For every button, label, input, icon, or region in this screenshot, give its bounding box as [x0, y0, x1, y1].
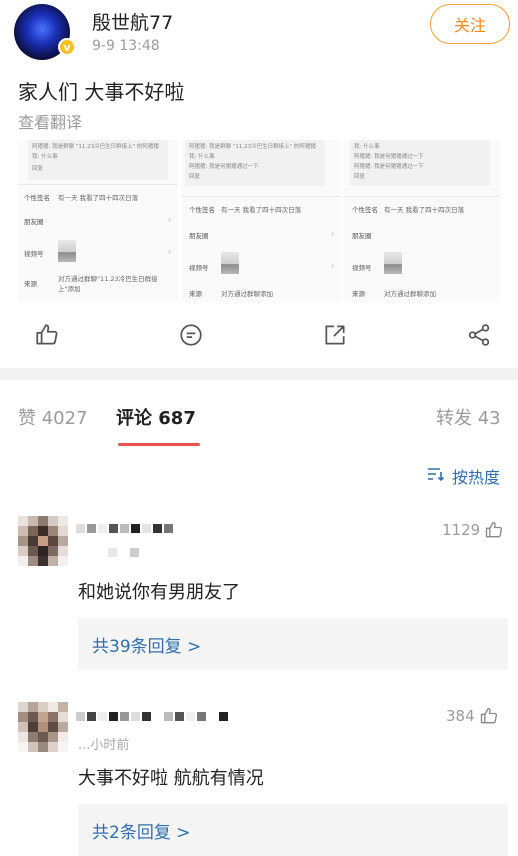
chat-preview: 阿猪猪: 我是群聊 "11.23冷巴生日群接上" 的阿猪猪 我: 什么事 阿猪猪…	[185, 140, 325, 186]
row-label: 来源	[24, 280, 37, 288]
row-value: 有一天 我看了四十四次日落	[58, 194, 139, 202]
post-image-strip[interactable]: 阿猪猪: 我是群聊 "11.23冷巴生日群接上" 的阿猪猪 我: 什么事 回复 …	[18, 140, 500, 302]
commenter-name[interactable]	[76, 524, 173, 533]
row-label: 视频号	[24, 250, 44, 258]
row-label: 来源	[352, 290, 365, 298]
chevron-right-icon: ›	[331, 261, 335, 270]
row-label: 朋友圈	[24, 218, 44, 226]
chat-line: 阿猪猪: 我是何猪猪通过一下	[354, 164, 424, 170]
row-label: 朋友圈	[352, 232, 372, 240]
post-image-1[interactable]: 阿猪猪: 我是群聊 "11.23冷巴生日群接上" 的阿猪猪 我: 什么事 回复 …	[18, 140, 178, 302]
tab-likes[interactable]: 赞 4027	[18, 404, 88, 430]
like-icon	[486, 521, 503, 538]
follow-button[interactable]: 关注	[430, 4, 510, 44]
chat-line: 我: 什么事	[354, 144, 380, 150]
reply-summary[interactable]: 共2条回复 >	[78, 804, 508, 856]
comment-icon[interactable]	[176, 320, 206, 350]
post-time: 9-9 13:48	[92, 38, 160, 54]
tab-comments[interactable]: 评论 687	[116, 404, 196, 430]
chat-tag: 回复	[189, 174, 201, 180]
row-value: 对方通过群聊添加	[221, 290, 273, 298]
chevron-right-icon: ›	[168, 215, 172, 224]
row-label: 朋友圈	[189, 232, 209, 240]
post-image-3[interactable]: 我: 什么事 阿猪猪: 我是何猪猪通过一下 阿猪猪: 我是何猪猪通过一下 回复 …	[344, 140, 500, 302]
comment-text: 和她说你有男朋友了	[78, 582, 240, 603]
commenter-avatar[interactable]	[18, 516, 68, 566]
row-label: 视频号	[189, 264, 209, 272]
like-count: 384	[446, 707, 475, 725]
chat-tag: 回复	[354, 174, 366, 180]
sort-label: 按热度	[452, 468, 501, 487]
row-label: 来源	[189, 290, 202, 298]
username[interactable]: 殷世航77	[92, 8, 173, 35]
chat-line: 我: 什么事	[32, 154, 58, 160]
row-label: 个性签名	[352, 206, 378, 214]
chevron-right-icon: ›	[168, 247, 172, 256]
post-image-2[interactable]: 阿猪猪: 我是群聊 "11.23冷巴生日群接上" 的阿猪猪 我: 什么事 阿猪猪…	[181, 140, 341, 302]
row-label: 个性签名	[189, 206, 215, 214]
pixelated-avatar	[18, 516, 68, 566]
row-value: 对方通过群聊添加	[384, 290, 436, 298]
row-value: 有一天 我看了四十四次日落	[221, 206, 302, 214]
like-icon[interactable]	[32, 320, 62, 350]
chat-line: 阿猪猪: 我是群聊 "11.23冷巴生日群接上" 的阿猪猪	[32, 144, 159, 150]
video-thumbnail	[221, 252, 239, 274]
chat-line: 阿猪猪: 我是群聊 "11.23冷巴生日群接上" 的阿猪猪	[189, 144, 316, 150]
chat-tag: 回复	[32, 166, 44, 172]
translate-link[interactable]: 查看翻译	[18, 109, 82, 133]
chat-line: 阿猪猪: 我是何猪猪通过一下	[189, 164, 259, 170]
chat-preview: 我: 什么事 阿猪猪: 我是何猪猪通过一下 阿猪猪: 我是何猪猪通过一下 回复	[350, 140, 490, 186]
verified-badge-icon: v	[58, 38, 76, 56]
active-tab-indicator	[118, 443, 200, 446]
comment-like[interactable]: 1129	[442, 520, 504, 540]
sort-toggle[interactable]: 按热度	[426, 464, 500, 488]
comment-time: ...小时前	[78, 738, 130, 753]
row-value: 有一天 我看了四十四次日落	[384, 206, 465, 214]
section-divider	[0, 368, 518, 380]
row-value: 对方通过群聊"11.23冷巴生日群接上"添加	[58, 275, 158, 293]
chevron-right-icon: ›	[331, 229, 335, 238]
comment-time	[108, 548, 139, 557]
reply-count-link[interactable]: 共39条回复 >	[92, 632, 201, 657]
commenter-avatar[interactable]	[18, 702, 68, 752]
sort-icon	[426, 466, 446, 486]
commenter-name[interactable]	[76, 712, 228, 721]
like-icon	[480, 707, 497, 724]
post-text: 家人们 大事不好啦	[18, 80, 185, 104]
more-share-icon[interactable]	[464, 320, 494, 350]
reply-summary[interactable]: 共39条回复 >	[78, 618, 508, 670]
row-label: 个性签名	[24, 194, 50, 202]
video-thumbnail	[384, 252, 402, 274]
share-icon[interactable]	[320, 320, 350, 350]
chat-preview: 阿猪猪: 我是群聊 "11.23冷巴生日群接上" 的阿猪猪 我: 什么事 回复	[28, 140, 168, 180]
row-label: 视频号	[352, 264, 372, 272]
tab-reposts[interactable]: 转发 43	[436, 404, 501, 430]
pixelated-avatar	[18, 702, 68, 752]
comment-like[interactable]: 384	[446, 706, 499, 726]
comment-text: 大事不好啦 航航有情况	[78, 768, 264, 789]
like-count: 1129	[442, 521, 481, 539]
reply-count-link[interactable]: 共2条回复 >	[92, 818, 190, 843]
chat-line: 我: 什么事	[189, 154, 215, 160]
video-thumbnail	[58, 240, 76, 262]
chat-line: 阿猪猪: 我是何猪猪通过一下	[354, 154, 424, 160]
